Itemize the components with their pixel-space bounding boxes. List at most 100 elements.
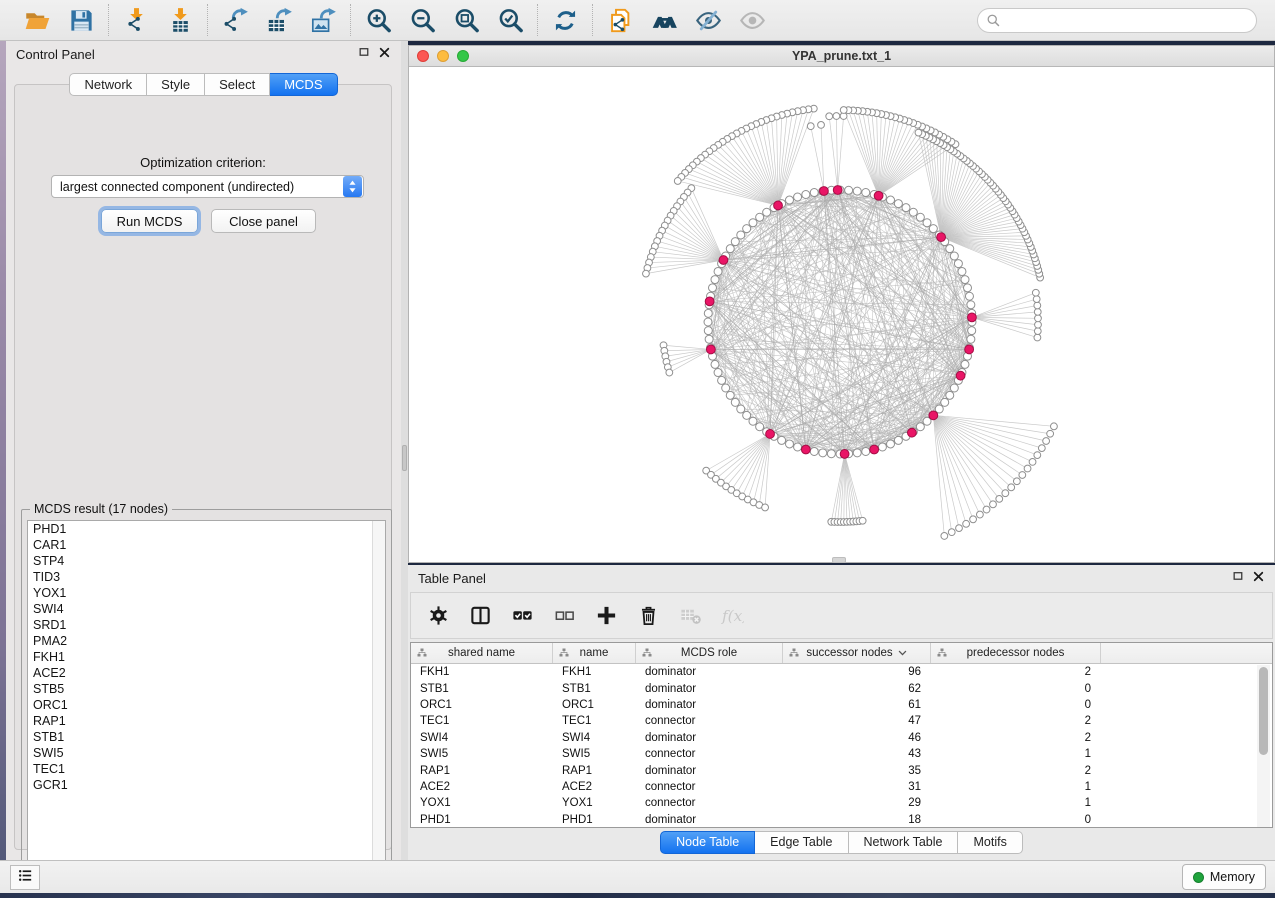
graph-leaf-node[interactable] xyxy=(915,129,922,136)
graph-node[interactable] xyxy=(778,436,786,444)
graph-node[interactable] xyxy=(964,284,972,292)
graph-mcds-node[interactable] xyxy=(937,233,946,242)
graph-node[interactable] xyxy=(714,369,722,377)
graph-leaf-node[interactable] xyxy=(1047,430,1054,437)
delete-table-button[interactable] xyxy=(677,603,703,629)
mcds-result-item[interactable]: TID3 xyxy=(28,569,385,585)
graph-node[interactable] xyxy=(810,189,818,197)
graph-node[interactable] xyxy=(708,284,716,292)
open-file-button[interactable] xyxy=(20,4,54,36)
column-header-name[interactable]: name xyxy=(553,643,636,663)
graph-leaf-node[interactable] xyxy=(1029,458,1036,465)
mcds-result-item[interactable]: STB5 xyxy=(28,681,385,697)
graph-leaf-node[interactable] xyxy=(807,123,814,130)
graph-node[interactable] xyxy=(909,208,917,216)
graph-leaf-node[interactable] xyxy=(818,122,825,129)
graph-node[interactable] xyxy=(862,447,870,455)
graph-leaf-node[interactable] xyxy=(1038,445,1045,452)
graph-node[interactable] xyxy=(756,213,764,221)
graph-leaf-node[interactable] xyxy=(1035,315,1042,322)
graph-leaf-node[interactable] xyxy=(859,517,866,524)
graph-node[interactable] xyxy=(853,449,861,457)
graph-mcds-node[interactable] xyxy=(870,445,879,454)
graph-node[interactable] xyxy=(961,360,969,368)
deselect-all-rows-button[interactable] xyxy=(551,603,577,629)
graph-node[interactable] xyxy=(705,335,713,343)
graph-mcds-node[interactable] xyxy=(766,430,775,439)
import-network-button[interactable] xyxy=(119,4,153,36)
mcds-result-item[interactable]: SWI5 xyxy=(28,745,385,761)
graph-leaf-node[interactable] xyxy=(1043,438,1050,445)
graph-node[interactable] xyxy=(827,450,835,458)
graph-leaf-node[interactable] xyxy=(1033,296,1040,303)
mcds-result-item[interactable]: PHD1 xyxy=(28,521,385,537)
search-input[interactable] xyxy=(977,8,1257,33)
graph-node[interactable] xyxy=(704,309,712,317)
export-image-button[interactable] xyxy=(306,4,340,36)
graph-node[interactable] xyxy=(794,443,802,451)
tab-motifs[interactable]: Motifs xyxy=(958,831,1022,854)
table-row[interactable]: YOX1YOX1connector291 xyxy=(411,795,1272,811)
graph-node[interactable] xyxy=(718,376,726,384)
graph-node[interactable] xyxy=(737,231,745,239)
graph-mcds-node[interactable] xyxy=(820,187,829,196)
column-header-successor-nodes[interactable]: successor nodes xyxy=(783,643,931,663)
graph-node[interactable] xyxy=(726,391,734,399)
graph-node[interactable] xyxy=(887,196,895,204)
panel-menu-button[interactable] xyxy=(10,865,40,890)
graph-mcds-node[interactable] xyxy=(719,256,728,265)
table-row[interactable]: TEC1TEC1connector472 xyxy=(411,713,1272,729)
graph-leaf-node[interactable] xyxy=(666,369,673,376)
graph-mcds-node[interactable] xyxy=(968,313,977,322)
export-table-button[interactable] xyxy=(262,4,296,36)
graph-node[interactable] xyxy=(802,190,810,198)
export-network-button[interactable] xyxy=(218,4,252,36)
mcds-list-scrollbar[interactable] xyxy=(372,521,385,873)
zoom-fit-button[interactable] xyxy=(449,4,483,36)
graph-mcds-node[interactable] xyxy=(833,186,842,195)
mcds-result-item[interactable]: GCR1 xyxy=(28,777,385,793)
graph-leaf-node[interactable] xyxy=(840,107,847,114)
tab-mcds[interactable]: MCDS xyxy=(270,73,337,96)
graph-node[interactable] xyxy=(845,186,853,194)
graph-node[interactable] xyxy=(731,398,739,406)
table-row[interactable]: RAP1RAP1dominator352 xyxy=(411,762,1272,778)
mcds-result-item[interactable]: TEC1 xyxy=(28,761,385,777)
select-all-rows-button[interactable] xyxy=(509,603,535,629)
graph-node[interactable] xyxy=(785,440,793,448)
graph-node[interactable] xyxy=(785,196,793,204)
graph-mcds-node[interactable] xyxy=(907,428,916,437)
table-row[interactable]: ACE2ACE2connector311 xyxy=(411,779,1272,795)
refresh-layout-button[interactable] xyxy=(548,4,582,36)
mcds-result-item[interactable]: FKH1 xyxy=(28,649,385,665)
graph-leaf-node[interactable] xyxy=(990,501,997,508)
graph-node[interactable] xyxy=(967,301,975,309)
tab-style[interactable]: Style xyxy=(147,73,205,96)
mcds-result-item[interactable]: ORC1 xyxy=(28,697,385,713)
graph-node[interactable] xyxy=(967,335,975,343)
tab-node-table[interactable]: Node Table xyxy=(660,831,755,854)
graph-node[interactable] xyxy=(810,447,818,455)
graph-leaf-node[interactable] xyxy=(1019,472,1026,479)
mcds-result-list[interactable]: PHD1CAR1STP4TID3YOX1SWI4SRD1PMA2FKH1ACE2… xyxy=(27,520,386,874)
graph-node[interactable] xyxy=(923,219,931,227)
run-mcds-button[interactable]: Run MCDS xyxy=(101,209,198,233)
graph-node[interactable] xyxy=(968,327,976,335)
graph-node[interactable] xyxy=(749,219,757,227)
graph-node[interactable] xyxy=(711,360,719,368)
delete-columns-button[interactable] xyxy=(635,603,661,629)
mcds-result-item[interactable]: PMA2 xyxy=(28,633,385,649)
horizontal-splitter-grip[interactable] xyxy=(832,557,846,563)
graph-mcds-node[interactable] xyxy=(874,191,883,200)
graph-node[interactable] xyxy=(726,245,734,253)
graph-mcds-node[interactable] xyxy=(801,445,810,454)
graph-node[interactable] xyxy=(722,384,730,392)
graph-node[interactable] xyxy=(737,405,745,413)
table-row[interactable]: SWI5SWI5connector431 xyxy=(411,746,1272,762)
graph-leaf-node[interactable] xyxy=(941,533,948,540)
graph-leaf-node[interactable] xyxy=(1035,321,1042,328)
graph-node[interactable] xyxy=(965,292,973,300)
zoom-out-button[interactable] xyxy=(405,4,439,36)
splitter-grip[interactable] xyxy=(402,445,407,471)
graph-node[interactable] xyxy=(704,318,712,326)
